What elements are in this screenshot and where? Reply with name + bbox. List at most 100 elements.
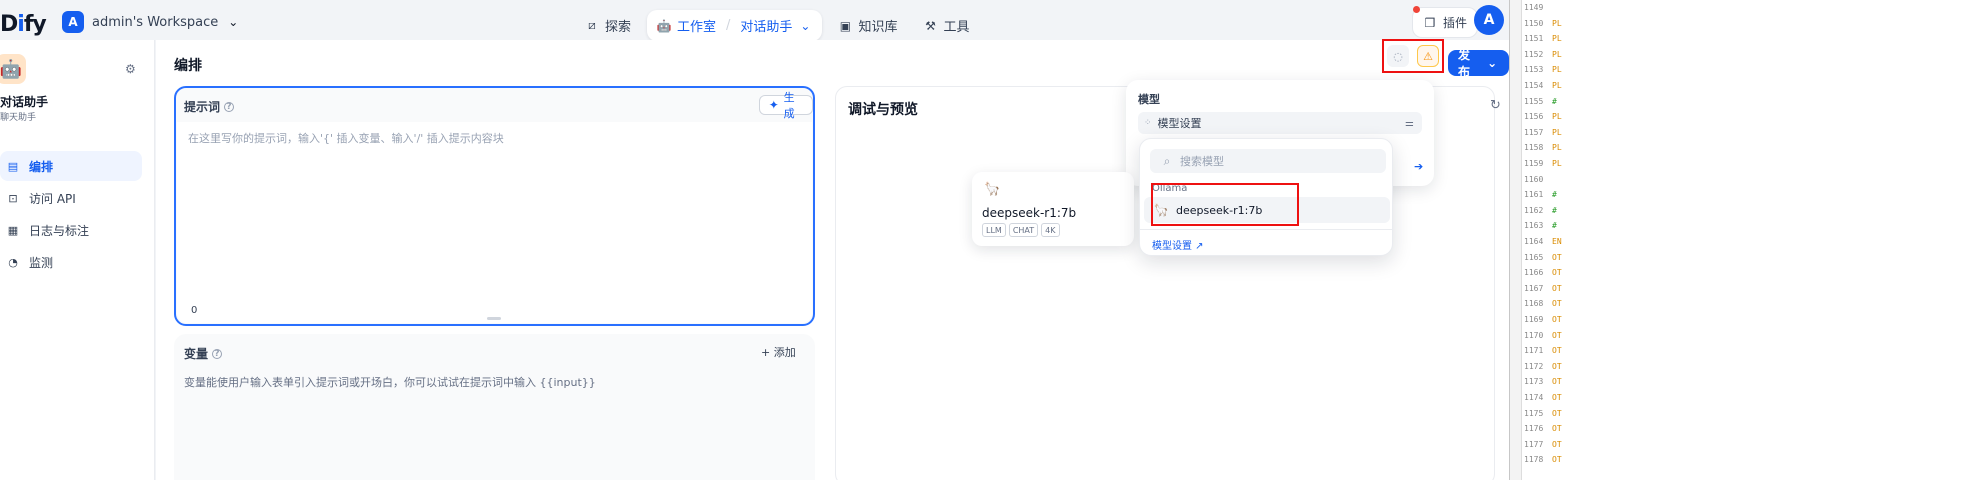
- arrow-right-icon[interactable]: ➔: [1414, 160, 1423, 173]
- warning-icon[interactable]: ⚠: [1417, 45, 1439, 67]
- code-token: PL: [1552, 112, 1562, 122]
- code-token: OT: [1552, 315, 1562, 324]
- line-number: 1155: [1524, 96, 1544, 106]
- code-token: OT: [1552, 283, 1562, 293]
- code-token: OT: [1552, 361, 1562, 371]
- line-number: 1164: [1524, 237, 1544, 246]
- code-line: 1173 OT: [1524, 376, 1562, 387]
- code-line: 1149: [1524, 2, 1552, 13]
- code-token: OT: [1552, 393, 1562, 402]
- app-name: 对话助手: [0, 95, 49, 109]
- search-placeholder: 搜索模型: [1180, 155, 1224, 168]
- code-line: 1165 OT: [1524, 252, 1562, 263]
- code-line: 1177 OT: [1524, 439, 1562, 450]
- code-line: 1155 #: [1524, 96, 1557, 107]
- plugins-button[interactable]: ❒ 插件: [1412, 6, 1479, 38]
- code-token: OT: [1552, 424, 1562, 434]
- sidebar-settings-icon[interactable]: ⚙: [125, 62, 136, 76]
- line-number: 1149: [1524, 3, 1544, 12]
- dify-logo[interactable]: Dify: [0, 12, 47, 37]
- code-line: 1164 EN: [1524, 236, 1562, 247]
- sidebar-item-orchestrate[interactable]: ▤ 编排: [0, 151, 142, 181]
- model-name: deepseek-r1:7b: [982, 206, 1077, 220]
- layout-icon: ▤: [7, 159, 19, 173]
- chevron-down-icon[interactable]: ⌄: [798, 19, 812, 33]
- sidebar-item-label: 日志与标注: [29, 223, 90, 238]
- notification-dot: [1413, 6, 1420, 13]
- chevron-down-icon: ⌄: [1487, 56, 1498, 70]
- nav-knowledge[interactable]: ▣ 知识库: [828, 10, 907, 41]
- line-number: 1152: [1524, 49, 1544, 59]
- line-number: 1178: [1524, 455, 1544, 465]
- compass-icon: ⧄: [588, 18, 596, 32]
- line-number: 1159: [1524, 159, 1544, 168]
- model-select[interactable]: ⁘ 模型设置 ⚌: [1138, 112, 1422, 134]
- line-number: 1169: [1524, 315, 1544, 324]
- code-token: PL: [1552, 34, 1562, 44]
- model-tag: LLM: [982, 223, 1006, 237]
- ollama-llama-icon: 🦙: [984, 182, 1001, 197]
- code-token: PL: [1552, 159, 1562, 168]
- variables-title: 变量: [184, 347, 209, 361]
- code-token: EN: [1552, 237, 1562, 246]
- prompt-title: 提示词: [184, 100, 221, 114]
- line-number: 1163: [1524, 221, 1544, 231]
- model-search-input[interactable]: ⌕ 搜索模型: [1150, 149, 1386, 173]
- line-number: 1153: [1524, 65, 1544, 75]
- divider: [1140, 229, 1392, 230]
- terminal-icon: ⊡: [8, 191, 18, 205]
- char-count: 0: [191, 305, 198, 316]
- model-label: 模型: [1138, 93, 1160, 106]
- code-line: 1167 OT: [1524, 283, 1562, 294]
- code-line: 1150 PL: [1524, 18, 1562, 29]
- refresh-icon[interactable]: ↻: [1490, 98, 1501, 113]
- sidebar-item-label: 编排: [29, 159, 54, 174]
- help-icon[interactable]: ?: [212, 348, 223, 359]
- code-line: 1157 PL: [1524, 127, 1562, 138]
- model-settings-link[interactable]: 模型设置 ↗: [1152, 237, 1204, 252]
- sidebar-item-monitoring[interactable]: ◔ 监测: [0, 247, 142, 277]
- editor-scroll-edge[interactable]: [1510, 0, 1522, 480]
- line-number: 1167: [1524, 283, 1544, 293]
- nav-studio-label: 工作室: [677, 20, 717, 35]
- generate-label: 生成: [783, 91, 795, 120]
- nav-explore[interactable]: ⧄ 探索: [575, 10, 641, 41]
- code-token: OT: [1552, 408, 1562, 418]
- code-line: 1158 PL: [1524, 142, 1562, 153]
- page-title: 编排: [174, 58, 202, 74]
- sidebar-item-api[interactable]: ⊡ 访问 API: [0, 183, 142, 213]
- prompt-textarea[interactable]: 在这里写你的提示词，输入'{' 插入变量、输入'/' 插入提示内容块 0: [177, 122, 812, 323]
- publish-button[interactable]: 发布 ⌄: [1448, 48, 1509, 79]
- publish-label: 发布: [1458, 48, 1471, 79]
- nav-studio[interactable]: 🤖 工作室 / 对话助手 ⌄: [647, 10, 823, 41]
- sidebar-item-label: 监测: [29, 255, 54, 270]
- robot-icon: 🤖: [656, 18, 672, 33]
- line-number: 1176: [1524, 424, 1544, 434]
- generate-button[interactable]: ✦ 生成: [759, 91, 813, 120]
- code-token: OT: [1552, 455, 1562, 465]
- sidebar-item-logs[interactable]: ▦ 日志与标注: [0, 215, 142, 245]
- model-icon[interactable]: ◌: [1387, 45, 1409, 67]
- nav-tools[interactable]: ⚒ 工具: [913, 10, 979, 41]
- help-icon[interactable]: ?: [224, 101, 235, 112]
- line-number: 1173: [1524, 377, 1544, 387]
- line-number: 1157: [1524, 127, 1544, 137]
- code-token: PL: [1552, 49, 1562, 59]
- line-number: 1171: [1524, 346, 1544, 356]
- user-avatar[interactable]: A: [1474, 5, 1504, 35]
- sliders-icon: ⚌: [1405, 117, 1414, 129]
- code-token: #: [1552, 205, 1557, 215]
- code-token: PL: [1552, 127, 1562, 137]
- code-line: 1162 #: [1524, 205, 1557, 216]
- line-number: 1172: [1524, 361, 1544, 371]
- add-variable-label: 添加: [773, 346, 796, 359]
- code-line: 1170 OT: [1524, 330, 1562, 341]
- plugins-label: 插件: [1443, 16, 1468, 30]
- code-token: PL: [1552, 65, 1562, 75]
- nav-studio-app-label[interactable]: 对话助手: [740, 16, 792, 35]
- resize-handle[interactable]: [487, 317, 501, 320]
- code-line: 1171 OT: [1524, 345, 1562, 356]
- add-variable-button[interactable]: + 添加: [761, 344, 796, 360]
- code-line: 1160: [1524, 174, 1552, 185]
- workspace-switcher[interactable]: A admin's Workspace ⌄: [62, 11, 240, 33]
